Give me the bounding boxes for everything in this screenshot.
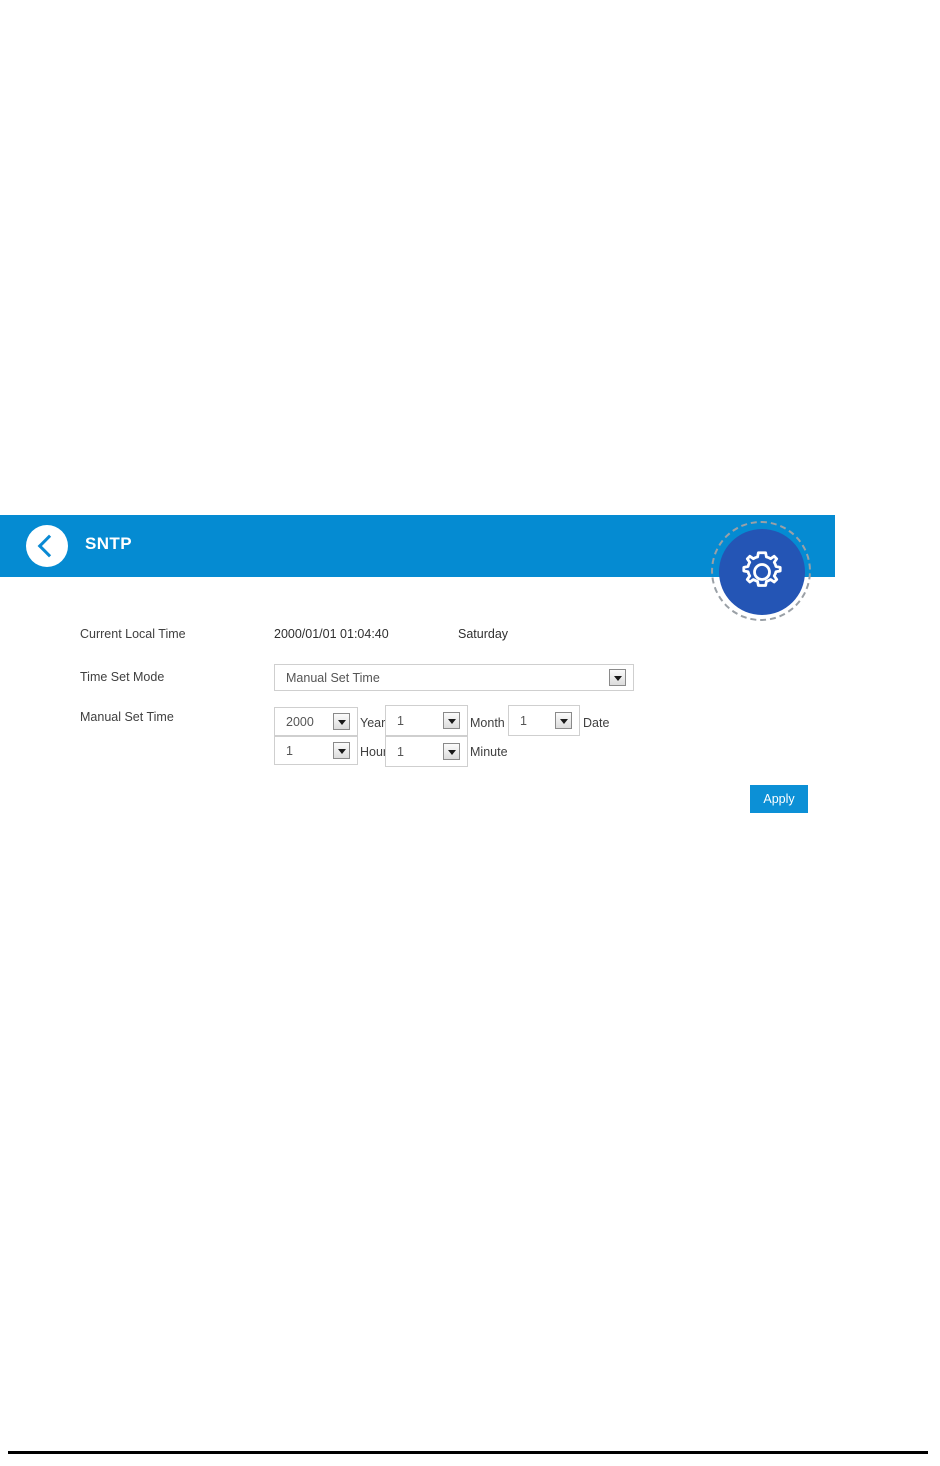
chevron-left-icon [37,534,61,558]
chevron-down-icon[interactable] [333,742,350,759]
manual-minute-value: 1 [397,744,404,759]
current-local-time-weekday: Saturday [458,627,509,641]
manual-year-value: 2000 [286,714,314,729]
current-local-time-value: 2000/01/01 01:04:40 [274,627,389,641]
footer-divider [8,1451,928,1454]
chevron-down-icon[interactable] [555,712,572,729]
manual-hour-unit: Hour [360,745,388,759]
manual-month-unit: Month [470,716,505,730]
manual-month-select[interactable]: 1 [385,705,468,736]
manual-month-value: 1 [397,713,404,728]
manual-minute-select[interactable]: 1 [385,736,468,767]
chevron-down-icon[interactable] [609,669,626,686]
back-button[interactable] [26,525,68,567]
manual-date-unit: Date [583,716,610,730]
manual-year-select[interactable]: 2000 [274,707,358,736]
chevron-down-icon[interactable] [443,712,460,729]
manual-date-value: 1 [520,713,527,728]
gear-circle [719,529,805,615]
manual-minute-unit: Minute [470,745,508,759]
gear-badge[interactable] [711,521,815,625]
manual-year-unit: Year [360,716,386,730]
chevron-down-icon[interactable] [333,713,350,730]
time-set-mode-select[interactable]: Manual Set Time [274,664,634,691]
apply-button[interactable]: Apply [750,785,808,813]
time-set-mode-label: Time Set Mode [80,670,165,684]
manual-set-time-label: Manual Set Time [80,710,174,724]
gear-icon [742,551,782,587]
chevron-down-icon[interactable] [443,743,460,760]
time-set-mode-selected-value: Manual Set Time [286,670,380,685]
current-local-time-label: Current Local Time [80,627,186,641]
page-title: SNTP [85,534,132,553]
sntp-page: SNTP Current Local Time 2000/01/01 01:04… [0,0,940,1466]
manual-hour-select[interactable]: 1 [274,736,358,765]
manual-date-select[interactable]: 1 [508,705,580,736]
manual-hour-value: 1 [286,743,293,758]
